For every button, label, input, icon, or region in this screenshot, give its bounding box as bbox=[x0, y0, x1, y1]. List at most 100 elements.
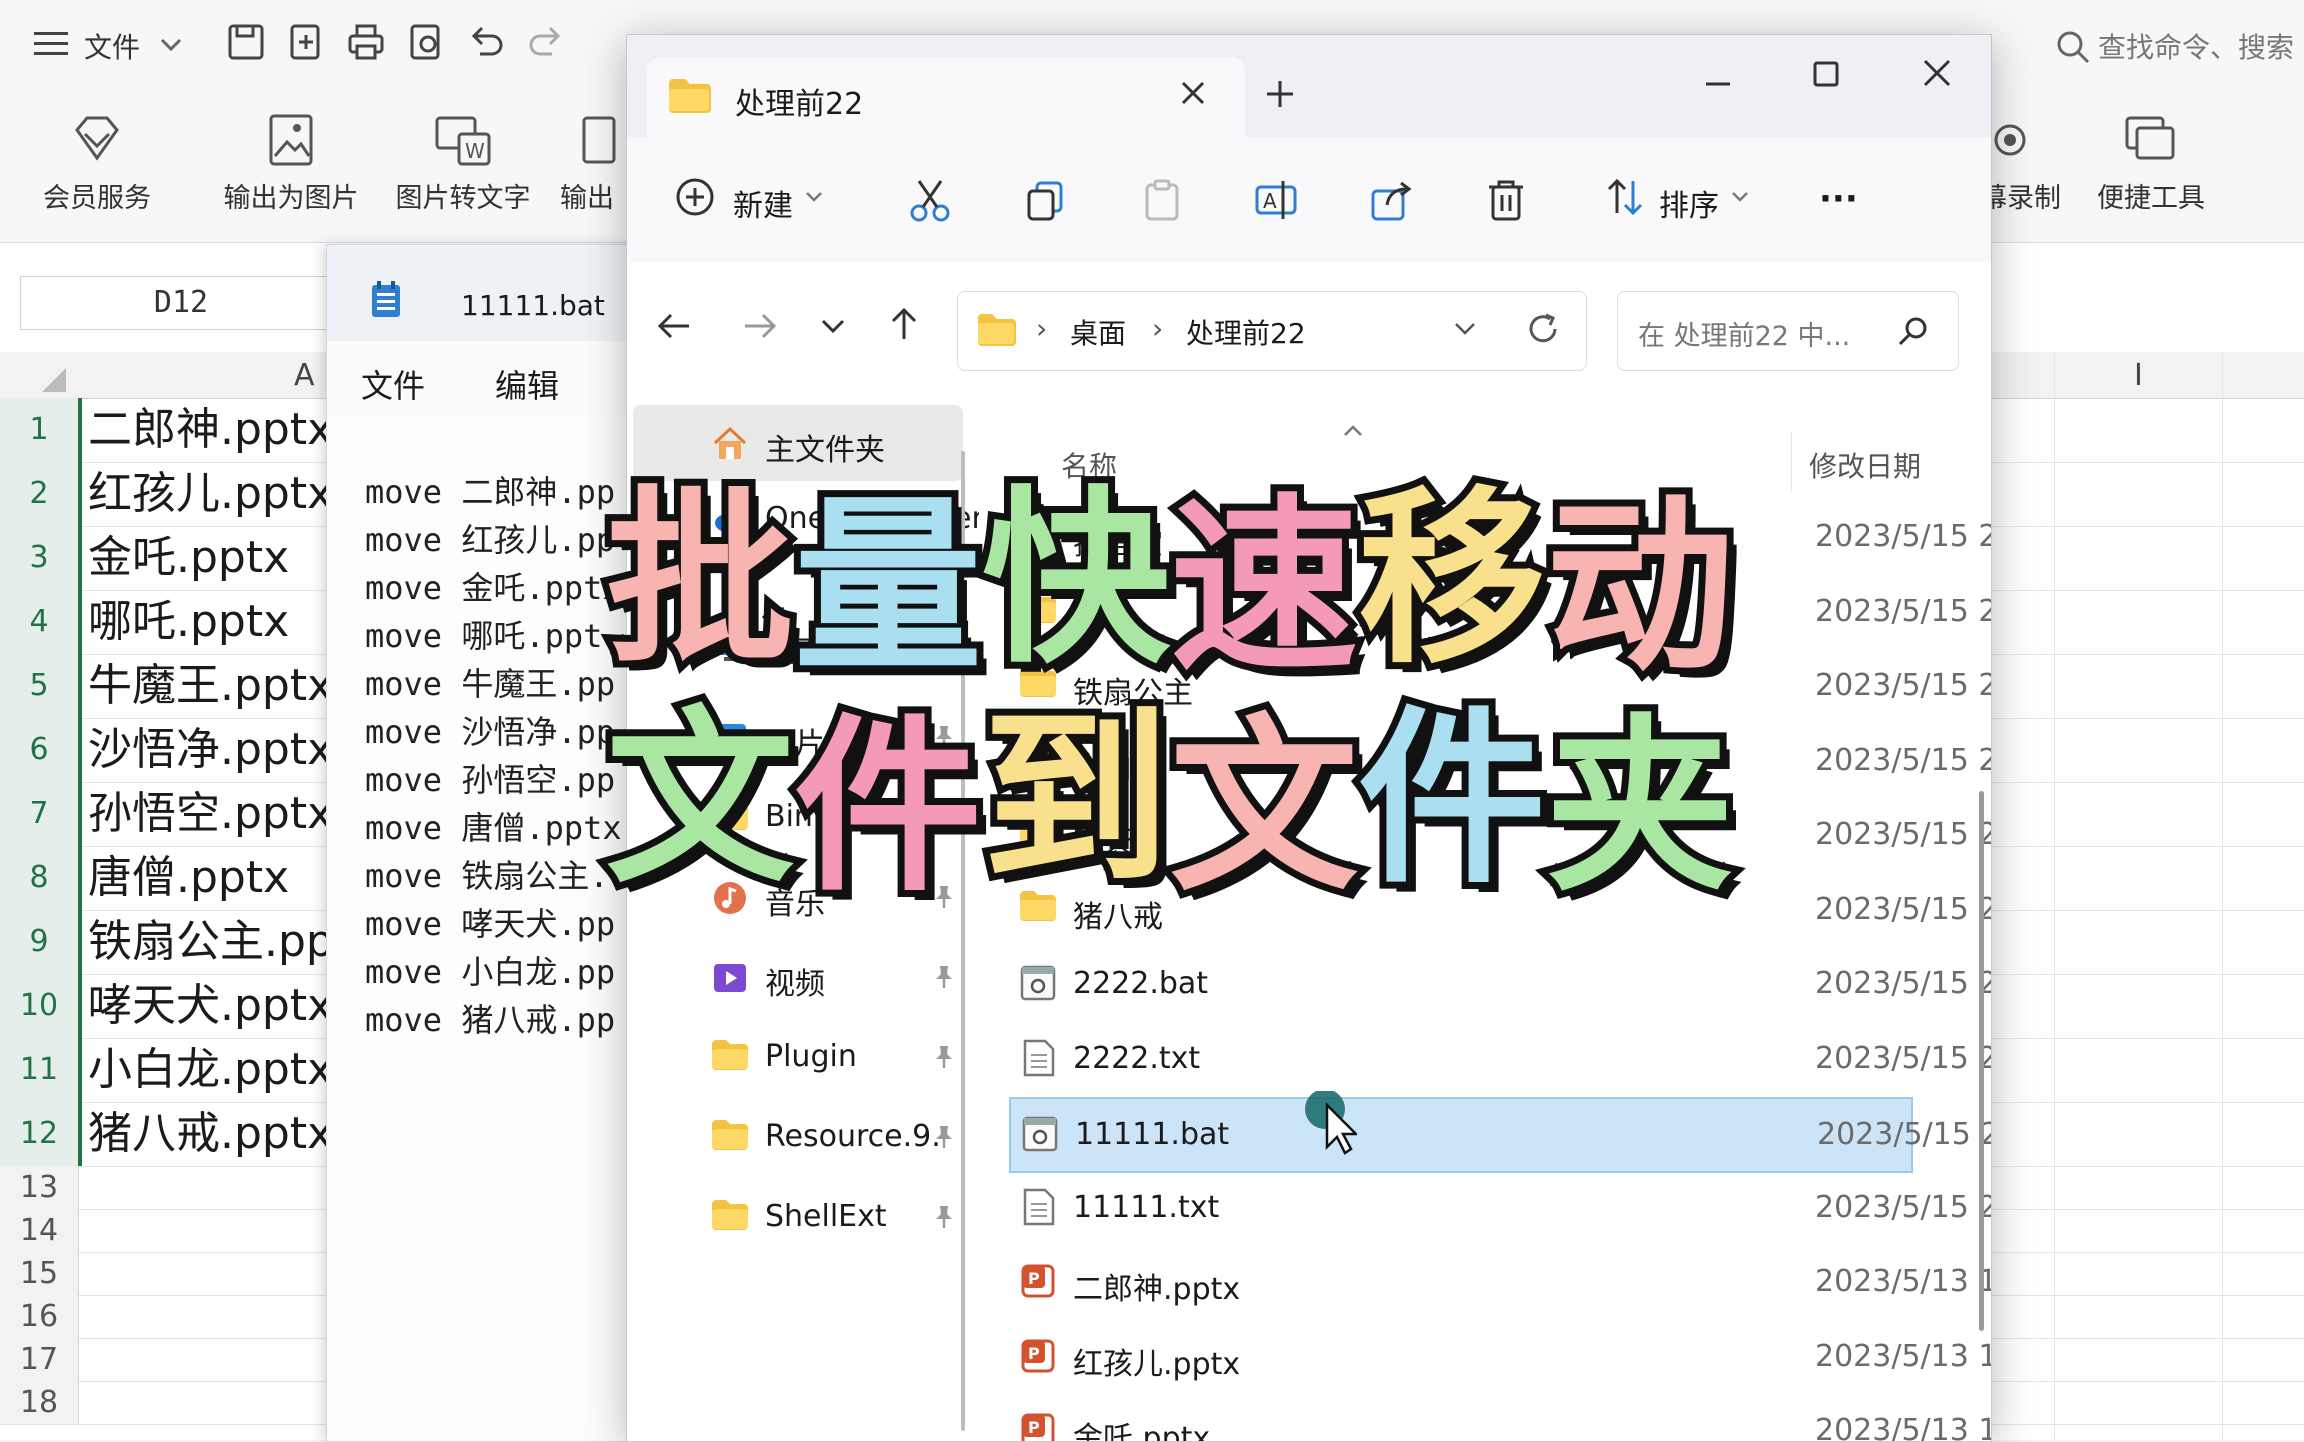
image-to-text-button[interactable]: W 图片转文字 bbox=[388, 102, 538, 222]
row-header[interactable]: 18 bbox=[0, 1381, 79, 1424]
file-row[interactable]: 哮天犬 2023/5/15 22:04 bbox=[1009, 799, 1991, 871]
cell-a[interactable]: 孙悟空.pptx bbox=[80, 782, 340, 847]
nav-item[interactable]: 音乐 bbox=[633, 859, 963, 935]
file-menu[interactable]: 文件 bbox=[84, 26, 140, 66]
nav-item[interactable]: Plugin bbox=[633, 1019, 963, 1095]
file-row[interactable]: 11111.bat 2023/5/15 22:09 bbox=[1009, 1097, 1991, 1173]
file-row[interactable]: 2222.txt 2023/5/15 22:04 bbox=[1009, 1023, 1991, 1095]
nav-item[interactable]: OneDrive - Per bbox=[633, 481, 984, 557]
export-pdf-icon[interactable] bbox=[286, 22, 330, 66]
back-icon[interactable] bbox=[657, 311, 691, 341]
file-row[interactable]: 2222.bat 2023/5/15 22:04 bbox=[1009, 948, 1991, 1020]
cell-a[interactable]: 沙悟净.pptx bbox=[80, 718, 340, 783]
row-header[interactable]: 17 bbox=[0, 1338, 79, 1381]
up-icon[interactable] bbox=[889, 307, 919, 341]
command-search[interactable]: 查找命令、搜索 bbox=[2098, 26, 2294, 66]
cell-a[interactable] bbox=[80, 1295, 340, 1339]
recent-locations-icon[interactable] bbox=[821, 319, 845, 335]
cell-a[interactable] bbox=[80, 1338, 340, 1382]
cell-a[interactable]: 金吒.pptx bbox=[80, 526, 340, 591]
breadcrumb-item[interactable]: 处理前22 bbox=[1186, 312, 1306, 352]
pin-icon[interactable] bbox=[931, 1203, 957, 1229]
undo-icon[interactable] bbox=[466, 22, 510, 66]
hamburger-menu-icon[interactable] bbox=[34, 30, 68, 58]
nav-item[interactable]: 桌面 bbox=[633, 607, 963, 683]
cell-a[interactable] bbox=[80, 1381, 340, 1425]
pin-icon[interactable] bbox=[931, 803, 957, 829]
cell-a[interactable]: 哪吒.pptx bbox=[80, 590, 340, 655]
pin-icon[interactable] bbox=[931, 1123, 957, 1149]
cell-a[interactable]: 牛魔王.pptx bbox=[80, 654, 340, 719]
share-icon[interactable] bbox=[1369, 177, 1415, 223]
file-row[interactable]: 小白龙 2023/5/15 22:04 bbox=[1009, 725, 1991, 797]
print-icon[interactable] bbox=[346, 22, 390, 66]
row-header[interactable]: 7 bbox=[0, 782, 82, 846]
sort-button[interactable]: 排序 bbox=[1605, 177, 1755, 224]
nav-item[interactable]: Bin bbox=[633, 779, 963, 855]
new-button[interactable]: 新建 bbox=[675, 177, 835, 224]
file-row[interactable]: P 红孩儿.pptx 2023/5/13 14:59 bbox=[1009, 1321, 1991, 1393]
cell-a[interactable]: 哮天犬.pptx bbox=[80, 974, 340, 1039]
new-tab-icon[interactable] bbox=[1265, 79, 1295, 109]
file-row[interactable]: 唐僧 2023/5/15 22:04 bbox=[1009, 576, 1991, 648]
nav-item[interactable]: Resource.9. bbox=[633, 1099, 963, 1175]
refresh-icon[interactable] bbox=[1526, 312, 1560, 346]
cell-a[interactable]: 铁扇公主.pptx bbox=[80, 910, 340, 975]
cell-a[interactable]: 唐僧.pptx bbox=[80, 846, 340, 911]
row-header[interactable]: 8 bbox=[0, 846, 82, 910]
notepad-file-menu[interactable]: 文件 bbox=[361, 361, 425, 407]
nav-item[interactable]: 主文件夹 bbox=[633, 405, 963, 481]
row-header[interactable]: 11 bbox=[0, 1038, 82, 1102]
breadcrumb[interactable]: › 桌面 › 处理前22 bbox=[957, 291, 1587, 371]
notepad-edit-menu[interactable]: 编辑 bbox=[495, 361, 559, 407]
row-header[interactable]: 4 bbox=[0, 590, 82, 654]
file-row[interactable]: P 二郎神.pptx 2023/5/13 14:59 bbox=[1009, 1246, 1991, 1318]
pin-icon[interactable] bbox=[931, 723, 957, 749]
file-row[interactable]: 孙悟空 2023/5/15 22:04 bbox=[1009, 501, 1991, 573]
name-box[interactable]: D12 bbox=[20, 276, 342, 330]
screen-record-button[interactable]: 幕录制 bbox=[1980, 102, 2070, 222]
export-image-button[interactable]: 输出为图片 bbox=[216, 102, 366, 222]
pin-icon[interactable] bbox=[931, 1043, 957, 1069]
nav-item[interactable]: ShellExt bbox=[633, 1179, 963, 1255]
minimize-icon[interactable] bbox=[1703, 69, 1733, 99]
nav-item[interactable]: 视频 bbox=[633, 939, 963, 1015]
pin-icon[interactable] bbox=[931, 963, 957, 989]
cell-a[interactable]: 猪八戒.pptx bbox=[80, 1102, 340, 1167]
cell-a[interactable]: 小白龙.pptx bbox=[80, 1038, 340, 1103]
row-header[interactable]: 9 bbox=[0, 910, 82, 974]
chevron-down-icon[interactable] bbox=[160, 38, 182, 52]
address-dropdown-icon[interactable] bbox=[1454, 322, 1476, 336]
notepad-tab-title[interactable]: 11111.bat bbox=[461, 289, 605, 322]
forward-icon[interactable] bbox=[743, 311, 777, 341]
file-list-scrollbar[interactable] bbox=[1979, 791, 1984, 1331]
file-row[interactable]: 猪八戒 2023/5/15 22:04 bbox=[1009, 874, 1991, 946]
column-header-a[interactable]: A bbox=[294, 358, 315, 393]
search-icon[interactable] bbox=[2056, 30, 2090, 64]
close-window-icon[interactable] bbox=[1921, 57, 1953, 89]
export-button[interactable]: 输出 bbox=[548, 102, 628, 222]
cell-a[interactable] bbox=[80, 1252, 340, 1296]
nav-item[interactable]: 图片 bbox=[633, 699, 963, 775]
row-header[interactable]: 14 bbox=[0, 1209, 79, 1252]
maximize-icon[interactable] bbox=[1811, 59, 1841, 89]
close-tab-icon[interactable] bbox=[1179, 79, 1207, 107]
row-header[interactable]: 10 bbox=[0, 974, 82, 1038]
paste-icon[interactable] bbox=[1139, 177, 1185, 223]
file-row[interactable]: 11111.txt 2023/5/15 22:08 bbox=[1009, 1172, 1991, 1244]
pin-icon[interactable] bbox=[931, 631, 957, 657]
column-header-i[interactable]: I bbox=[2134, 358, 2143, 393]
delete-icon[interactable] bbox=[1483, 177, 1529, 223]
search-box[interactable]: 在 处理前22 中... bbox=[1617, 291, 1959, 371]
cut-icon[interactable] bbox=[907, 177, 953, 223]
row-header[interactable]: 1 bbox=[0, 398, 82, 462]
redo-icon[interactable] bbox=[526, 22, 570, 66]
cell-a[interactable] bbox=[80, 1166, 340, 1210]
copy-icon[interactable] bbox=[1023, 177, 1069, 223]
more-options-icon[interactable]: ··· bbox=[1819, 179, 1858, 219]
file-row[interactable]: 铁扇公主 2023/5/15 22:04 bbox=[1009, 650, 1991, 722]
row-header[interactable]: 2 bbox=[0, 462, 82, 526]
explorer-tab[interactable]: 处理前22 bbox=[647, 57, 1245, 137]
nav-scrollbar[interactable] bbox=[961, 451, 965, 1431]
save-icon[interactable] bbox=[226, 22, 270, 66]
